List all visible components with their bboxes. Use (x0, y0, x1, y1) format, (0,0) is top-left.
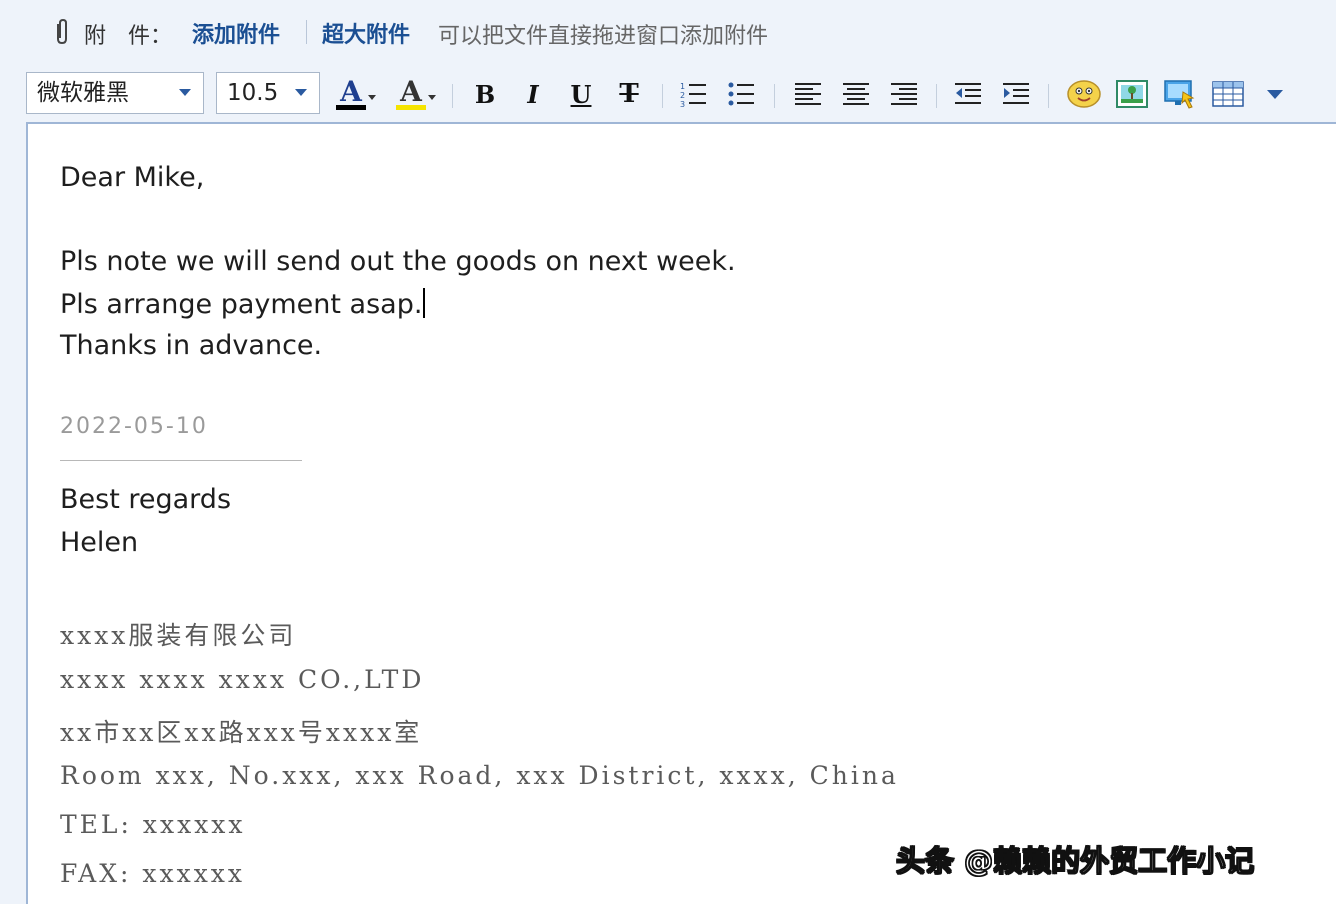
outdent-icon (955, 83, 981, 104)
font-color-button[interactable]: A (332, 77, 380, 110)
attachment-bar: 附 件： 添加附件 超大附件 可以把文件直接拖进窗口添加附件 (0, 0, 1336, 62)
italic-button[interactable]: I (516, 78, 550, 110)
screenshot-icon (1164, 80, 1195, 109)
emoji-button[interactable] (1064, 78, 1104, 110)
svg-text:2: 2 (680, 91, 685, 100)
strikethrough-button[interactable]: T (612, 78, 646, 110)
signature-company-cn: xxxx服装有限公司 (60, 621, 297, 650)
font-family-select[interactable]: 微软雅黑 (26, 72, 204, 114)
greeting-text: Dear Mike, (60, 162, 205, 193)
emoji-icon (1067, 80, 1101, 108)
email-body-editor[interactable]: Dear Mike, Pls note we will send out the… (26, 122, 1336, 904)
divider (1048, 84, 1049, 108)
paperclip-icon (52, 18, 72, 46)
numbered-list-icon: 1 2 3 (680, 82, 706, 108)
align-right-button[interactable] (886, 78, 922, 110)
more-tools-button[interactable] (1262, 78, 1288, 110)
font-color-icon: A (336, 77, 366, 110)
drag-hint: 可以把文件直接拖进窗口添加附件 (438, 24, 769, 49)
date-text: 2022-05-10 (60, 414, 208, 439)
align-center-icon (843, 83, 869, 105)
font-size-value: 10.5 (227, 80, 279, 106)
closing-text: Best regards (60, 484, 232, 515)
font-family-value: 微软雅黑 (37, 80, 129, 106)
underline-icon: U (570, 79, 592, 109)
divider (306, 20, 307, 44)
insert-table-button[interactable] (1208, 78, 1248, 110)
strikethrough-icon: T (619, 79, 639, 109)
signature-fax: FAX: xxxxxx (60, 859, 245, 888)
chevron-down-icon (179, 89, 191, 96)
watermark-text: 头条 @赖赖的外贸工作小记 (895, 843, 1255, 878)
text-caret (423, 288, 426, 318)
attachments-label: 附 件： (84, 24, 173, 49)
divider (452, 84, 453, 108)
divider (662, 84, 663, 108)
body-line-3: Thanks in advance. (60, 330, 323, 361)
svg-text:3: 3 (680, 100, 685, 108)
signature-company-en: xxxx xxxx xxxx CO.,LTD (60, 665, 425, 694)
highlight-color-button[interactable]: A (392, 77, 440, 110)
italic-icon: I (527, 79, 539, 109)
bold-button[interactable]: B (468, 78, 502, 110)
add-attachment-link[interactable]: 添加附件 (192, 17, 280, 49)
highlight-icon: A (396, 77, 426, 110)
decrease-indent-button[interactable] (950, 78, 986, 110)
table-icon (1212, 81, 1244, 107)
signature-address-en: Room xxx, No.xxx, xxx Road, xxx District… (60, 761, 899, 790)
sender-name: Helen (60, 527, 139, 558)
underline-button[interactable]: U (564, 78, 598, 110)
image-icon (1116, 80, 1148, 108)
indent-icon (1003, 83, 1029, 104)
chevron-down-icon (295, 89, 307, 96)
body-line-1: Pls note we will send out the goods on n… (60, 246, 736, 277)
body-line-2: Pls arrange payment asap. (60, 288, 426, 320)
increase-indent-button[interactable] (998, 78, 1034, 110)
divider (936, 84, 937, 108)
signature-tel: TEL: xxxxxx (60, 810, 246, 839)
signature-address-cn: xx市xx区xx路xxx号xxxx室 (60, 718, 423, 747)
screenshot-button[interactable] (1160, 78, 1200, 110)
font-size-select[interactable]: 10.5 (216, 72, 320, 114)
align-left-icon (795, 83, 821, 105)
align-center-button[interactable] (838, 78, 874, 110)
align-left-button[interactable] (790, 78, 826, 110)
bullet-list-button[interactable] (724, 78, 758, 110)
bullet-list-icon (728, 82, 754, 106)
insert-image-button[interactable] (1112, 78, 1152, 110)
divider (774, 84, 775, 108)
align-right-icon (891, 83, 917, 105)
numbered-list-button[interactable]: 1 2 3 (676, 78, 710, 110)
bold-icon: B (474, 79, 496, 109)
signature-divider (60, 460, 302, 461)
svg-text:1: 1 (680, 82, 685, 91)
chevron-down-icon (1267, 89, 1283, 99)
large-attachment-link[interactable]: 超大附件 (322, 17, 410, 49)
format-toolbar: 微软雅黑 10.5 A A B I U T 1 2 3 (0, 62, 1336, 124)
